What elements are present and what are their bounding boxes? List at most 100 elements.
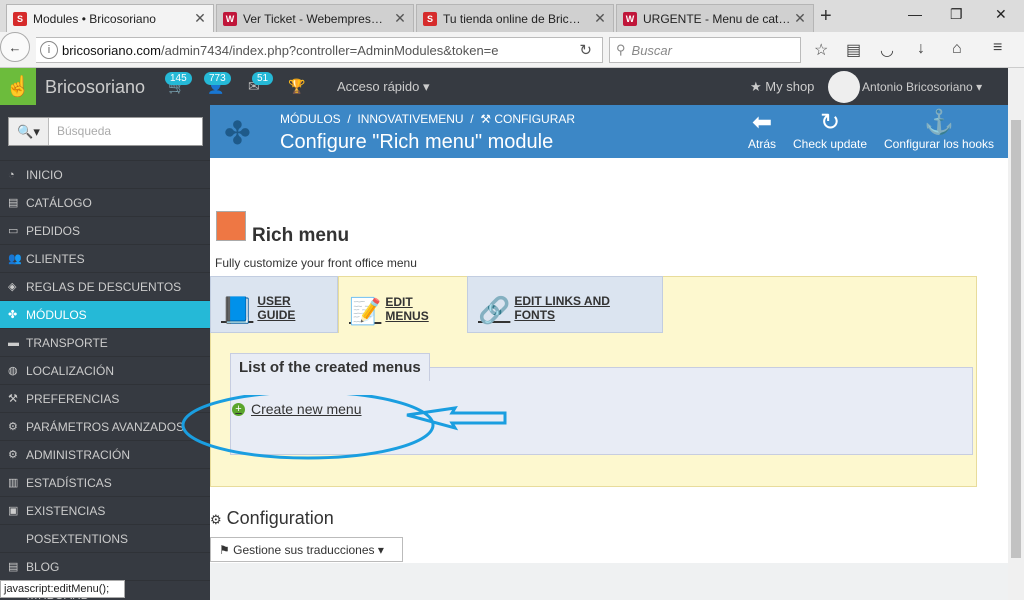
sidebar-item-localizacion[interactable]: ◍ LOCALIZACIÓN [0,356,210,384]
breadcrumb-item[interactable]: MÓDULOS [280,112,341,126]
scrollbar-thumb[interactable] [1011,120,1021,558]
manage-translations-label: Gestione sus traducciones [233,542,375,557]
minimize-icon[interactable]: — [908,6,922,22]
close-icon[interactable]: ✕ [793,10,807,27]
module-logo-icon [216,211,246,241]
maximize-icon[interactable]: ❐ [950,6,963,23]
browser-nav-bar: ← i bricosoriano.com/admin7434/index.php… [0,32,1024,68]
reading-list-icon[interactable]: ▤ [846,40,861,60]
module-title: Rich menu [252,225,350,246]
archive-icon: ▣ [8,505,19,517]
sidebar-item-posextentions[interactable]: POSEXTENTIONS [0,524,210,552]
new-tab-icon[interactable]: + [820,5,832,28]
user-menu[interactable]: Antonio Bricosoriano ▾ [862,80,982,94]
search-icon: ⚲ [616,42,626,57]
back-button[interactable]: ⬅ Atrás [748,109,776,151]
home-icon[interactable]: ⌂ [952,40,962,58]
sidebar-item-estadisticas[interactable]: ▥ ESTADÍSTICAS [0,468,210,496]
sidebar-item-existencias[interactable]: ▣ EXISTENCIAS [0,496,210,524]
sidebar-item-clientes[interactable]: 👥 CLIENTES [0,244,210,272]
pocket-icon[interactable]: ◡ [880,40,894,60]
close-icon[interactable]: ✕ [393,10,407,27]
page-header: ✤ MÓDULOS / INNOVATIVEMENU / ⚒ CONFIGURA… [210,105,1008,158]
sidebar-item-label: ESTADÍSTICAS [26,475,112,490]
menu-list-title: List of the created menus [230,353,430,381]
sidebar-item-pedidos[interactable]: ▭ PEDIDOS [0,216,210,244]
breadcrumb: MÓDULOS / INNOVATIVEMENU / ⚒ CONFIGURAR [280,112,576,126]
sidebar-item-blog[interactable]: ▤ BLOG [0,552,210,580]
bookmark-star-icon[interactable]: ☆ [814,40,828,60]
browser-search-input[interactable]: ⚲ Buscar [609,37,801,63]
manage-translations-dropdown[interactable]: ⚑ Gestione sus traducciones ▾ [210,537,403,562]
my-shop-label: My shop [765,79,815,94]
sidebar-item-inicio[interactable]: ◔ INICIO [0,160,210,188]
arrow-left-circle-icon: ⬅ [751,109,773,136]
sidebar-item-label: ADMINISTRACIÓN [26,447,131,462]
tab-edit-menus[interactable]: 📝 EDIT MENUS [338,276,468,333]
sidebar-item-label: MÓDULOS [26,307,87,322]
info-icon[interactable]: i [40,41,58,59]
hand-pointer-icon[interactable]: ☝ [0,68,36,105]
breadcrumb-item[interactable]: INNOVATIVEMENU [357,112,463,126]
download-icon[interactable]: ↓ [917,40,925,58]
check-update-label: Check update [793,137,868,151]
search-input[interactable]: Búsqueda [49,118,119,145]
status-bar: javascript:editMenu(); [0,580,125,598]
sidebar-item-reglas[interactable]: ◈ REGLAS DE DESCUENTOS [0,272,210,300]
admin-header: ☝ Bricosoriano 🛒 145 👤 773 ✉ 51 🏆 Acceso… [0,68,1010,105]
tab-edit-links[interactable]: 🔗 EDIT LINKS AND FONTS [467,276,663,333]
my-shop-link[interactable]: ★ My shop [750,79,814,95]
tab-ver-ticket[interactable]: W Ver Ticket - Webempres… ✕ [216,4,414,32]
tab-title: Tu tienda online de Bric… [443,11,581,26]
sidebar-item-modulos[interactable]: ✤ MÓDULOS [0,300,210,328]
sidebar-item-transporte[interactable]: ▬ TRANSPORTE [0,328,210,356]
sidebar-item-label: PREFERENCIAS [26,391,120,406]
user-name: Antonio Bricosoriano [862,80,973,94]
search-icon[interactable]: 🔍▾ [9,118,49,145]
sidebar-item-label: TRANSPORTE [26,335,108,350]
globe-icon: ◍ [8,365,18,377]
cogs-icon: ⚙ [8,421,18,433]
quick-access-label: Acceso rápido [337,79,420,94]
check-update-button[interactable]: ↻ Check update [793,109,867,151]
sidebar-item-catalogo[interactable]: ▤ CATÁLOGO [0,188,210,216]
users-icon: 👥 [8,253,22,265]
tab-user-guide[interactable]: 📘 USER GUIDE [210,276,338,333]
configure-hooks-button[interactable]: ⚓ Configurar los hooks [884,109,994,151]
url-path: /admin7434/index.php?controller=AdminMod… [161,42,499,58]
quick-access-dropdown[interactable]: Acceso rápido ▾ [337,79,430,95]
shop-name[interactable]: Bricosoriano [45,77,145,98]
admin-search[interactable]: 🔍▾ Búsqueda [8,117,203,146]
window-close-icon[interactable]: ✕ [995,6,1007,23]
tab-label: EDIT MENUS [385,295,429,323]
avatar[interactable] [828,71,860,103]
page-title: Configure "Rich menu" module [280,131,554,153]
book-icon: ▤ [8,197,19,209]
bar-chart-icon: ▥ [8,477,19,489]
edit-list-icon: 📝 [349,296,382,326]
tab-title: Modules • Bricosoriano [33,11,156,26]
wrench-icon: ⚒ [480,112,492,126]
breadcrumb-item[interactable]: CONFIGURAR [494,112,575,126]
sidebar-item-administracion[interactable]: ⚙ ADMINISTRACIÓN [0,440,210,468]
url-bar[interactable]: i bricosoriano.com/admin7434/index.php?c… [36,37,603,63]
footer-strip [210,563,1008,600]
puzzle-icon: ✤ [8,309,18,321]
back-arrow-icon[interactable]: ← [0,32,30,62]
close-icon[interactable]: ✕ [593,10,607,27]
reload-icon[interactable]: ↻ [579,41,592,59]
sidebar-item-label: CLIENTES [26,251,85,266]
trophy-icon[interactable]: 🏆 [288,78,305,95]
cog-icon: ⚙ [8,449,18,461]
sidebar-item-label: POSEXTENTIONS [26,531,129,546]
close-icon[interactable]: ✕ [193,10,207,27]
sidebar-item-label: CATÁLOGO [26,195,92,210]
configuration-title: ⚙ Configuration [210,508,334,529]
sidebar-item-parametros[interactable]: ⚙ PARÁMETROS AVANZADOS [0,412,210,440]
tab-urgente[interactable]: W URGENTE - Menu de cat… ✕ [616,4,814,32]
tab-modules[interactable]: S Modules • Bricosoriano ✕ [6,4,214,32]
sidebar-item-preferencias[interactable]: ⚒ PREFERENCIAS [0,384,210,412]
menu-icon[interactable]: ≡ [993,39,1002,57]
annotation-highlight [181,395,507,460]
tab-tienda[interactable]: S Tu tienda online de Bric… ✕ [416,4,614,32]
